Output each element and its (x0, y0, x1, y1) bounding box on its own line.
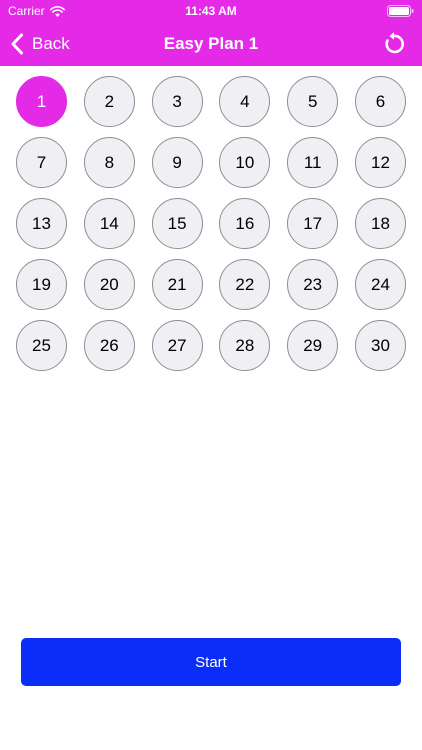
day-16-button[interactable]: 16 (219, 198, 271, 249)
day-17-button[interactable]: 17 (287, 198, 339, 249)
app-screen: Carrier 11:43 AM Back Easy Plan 1 1 2 3 … (0, 0, 422, 750)
day-4-button[interactable]: 4 (219, 76, 271, 127)
day-30-button[interactable]: 30 (354, 320, 406, 371)
day-29-button[interactable]: 29 (287, 320, 339, 371)
header: Carrier 11:43 AM Back Easy Plan 1 (0, 0, 422, 66)
day-12-button[interactable]: 12 (354, 137, 406, 188)
navigation-bar: Back Easy Plan 1 (0, 22, 422, 66)
day-9-button[interactable]: 9 (151, 137, 203, 188)
day-5-button[interactable]: 5 (287, 76, 339, 127)
day-23-button[interactable]: 23 (287, 259, 339, 310)
day-1-button[interactable]: 1 (16, 76, 67, 127)
day-21-button[interactable]: 21 (151, 259, 203, 310)
day-6-button[interactable]: 6 (354, 76, 406, 127)
day-27-button[interactable]: 27 (151, 320, 203, 371)
day-10-button[interactable]: 10 (219, 137, 271, 188)
day-3-button[interactable]: 3 (151, 76, 203, 127)
status-bar: Carrier 11:43 AM (0, 0, 422, 22)
refresh-icon[interactable] (382, 32, 406, 56)
start-button[interactable]: Start (21, 638, 401, 686)
clock: 11:43 AM (185, 4, 237, 18)
day-18-button[interactable]: 18 (354, 198, 406, 249)
day-14-button[interactable]: 14 (83, 198, 135, 249)
day-2-button[interactable]: 2 (83, 76, 135, 127)
day-26-button[interactable]: 26 (83, 320, 135, 371)
day-7-button[interactable]: 7 (16, 137, 67, 188)
day-25-button[interactable]: 25 (16, 320, 67, 371)
day-8-button[interactable]: 8 (83, 137, 135, 188)
battery-icon (387, 5, 414, 17)
day-24-button[interactable]: 24 (354, 259, 406, 310)
day-20-button[interactable]: 20 (83, 259, 135, 310)
day-11-button[interactable]: 11 (287, 137, 339, 188)
day-grid: 1 2 3 4 5 6 7 8 9 10 11 12 13 14 15 16 17 18 19 20 21 22 23 24 2… (16, 76, 406, 371)
day-15-button[interactable]: 15 (151, 198, 203, 249)
day-13-button[interactable]: 13 (16, 198, 67, 249)
day-28-button[interactable]: 28 (219, 320, 271, 371)
day-19-button[interactable]: 19 (16, 259, 67, 310)
page-title: Easy Plan 1 (163, 34, 259, 53)
day-22-button[interactable]: 22 (219, 259, 271, 310)
